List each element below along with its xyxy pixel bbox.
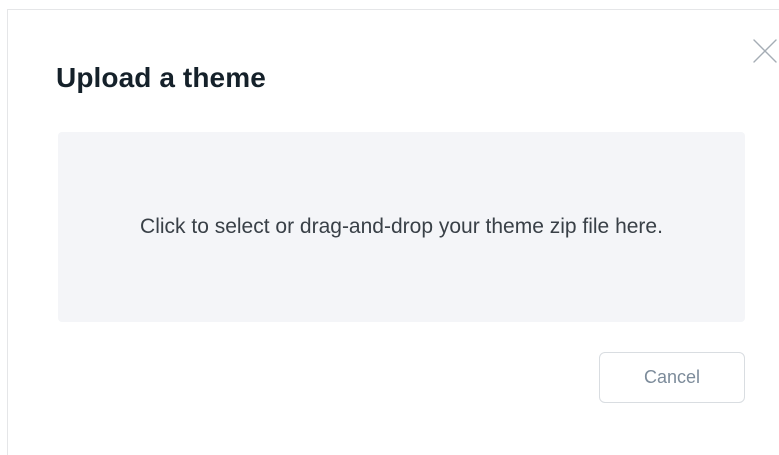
upload-theme-modal: Upload a theme Click to select or drag-a… xyxy=(7,9,779,455)
close-button[interactable] xyxy=(750,36,779,66)
modal-title: Upload a theme xyxy=(56,62,266,93)
close-icon xyxy=(753,39,777,63)
page: Upload a theme Click to select or drag-a… xyxy=(0,0,779,455)
theme-file-dropzone[interactable]: Click to select or drag-and-drop your th… xyxy=(58,132,745,322)
cancel-button[interactable]: Cancel xyxy=(599,352,745,403)
dropzone-instructions: Click to select or drag-and-drop your th… xyxy=(140,215,663,238)
